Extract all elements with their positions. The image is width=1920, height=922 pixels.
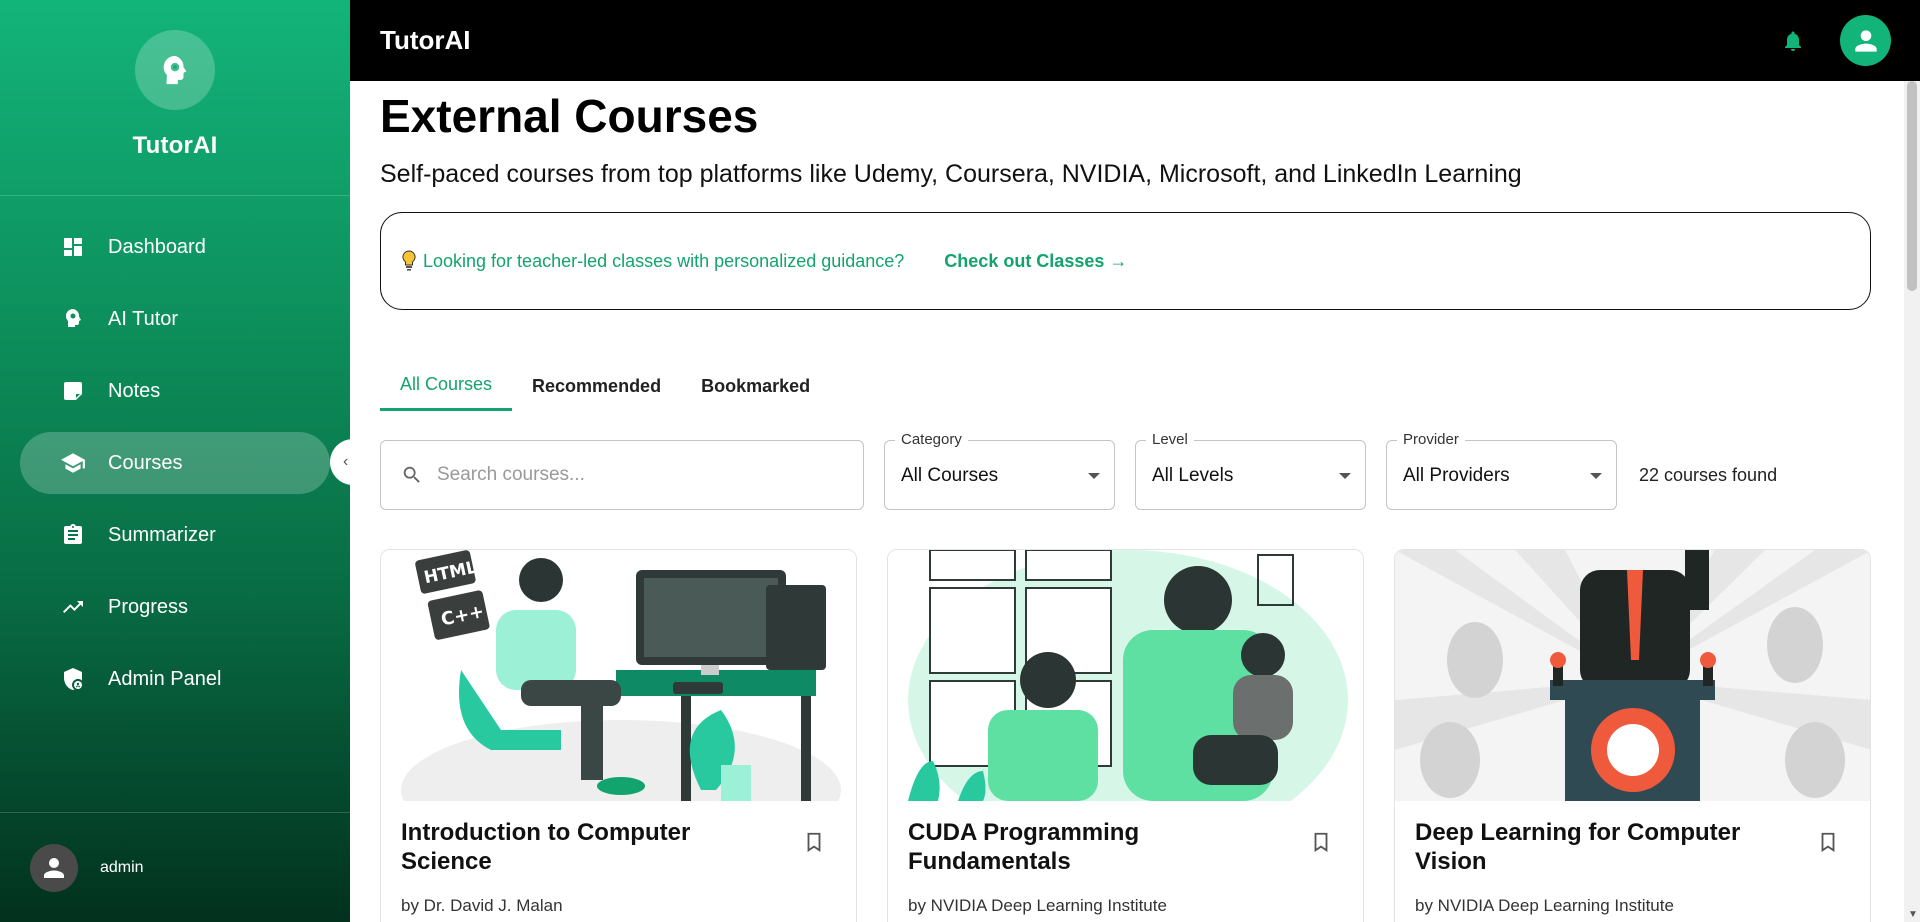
sidebar-item-notes[interactable]: Notes — [20, 360, 330, 422]
sidebar-item-label: Courses — [108, 451, 183, 474]
course-title: Deep Learning for Computer Vision — [1415, 819, 1741, 875]
bookmark-button[interactable] — [803, 829, 825, 860]
clipboard-icon — [60, 522, 86, 548]
sidebar-item-admin-panel[interactable]: Admin Panel — [20, 648, 330, 710]
sidebar-nav: Dashboard AI Tutor Notes Courses Summari… — [0, 216, 350, 710]
trending-up-icon — [60, 594, 86, 620]
admin-shield-icon — [60, 666, 86, 692]
bookmark-button[interactable] — [1817, 829, 1839, 860]
person-icon — [1854, 29, 1877, 52]
scroll-down-arrow-icon[interactable]: ▼ — [1908, 909, 1918, 920]
scrollbar-thumb[interactable] — [1907, 81, 1917, 291]
search-box — [380, 440, 864, 510]
main-content: External Courses Self-paced courses from… — [350, 81, 1904, 922]
sidebar-item-summarizer[interactable]: Summarizer — [20, 504, 330, 566]
sidebar-item-progress[interactable]: Progress — [20, 576, 330, 638]
tab-recommended[interactable]: Recommended — [512, 361, 681, 411]
course-tabs: All Courses Recommended Bookmarked — [380, 361, 830, 411]
page-title: External Courses — [380, 90, 759, 142]
check-out-classes-link[interactable]: Check out Classes → — [944, 251, 1127, 272]
course-illustration: HTML C++ — [381, 550, 856, 801]
level-label: Level — [1146, 431, 1194, 448]
course-author: by NVIDIA Deep Learning Institute — [908, 896, 1167, 915]
bookmark-icon — [1821, 832, 1835, 852]
sidebar-item-label: Dashboard — [108, 235, 206, 258]
brand-name: TutorAI — [132, 132, 218, 159]
provider-label: Provider — [1397, 431, 1465, 448]
provider-value: All Providers — [1403, 465, 1510, 486]
course-author: by NVIDIA Deep Learning Institute — [1415, 896, 1674, 915]
page-scrollbar[interactable]: ▼ — [1904, 81, 1920, 922]
sidebar-item-label: Admin Panel — [108, 667, 222, 690]
search-input[interactable] — [437, 464, 837, 486]
results-count: 22 courses found — [1639, 465, 1778, 485]
sidebar: TutorAI Dashboard AI Tutor Notes Courses… — [0, 0, 350, 922]
username: admin — [100, 858, 144, 876]
sidebar-item-label: Progress — [108, 595, 189, 618]
school-icon — [60, 450, 86, 476]
classes-banner: Looking for teacher-led classes with per… — [380, 212, 1871, 310]
tab-bookmarked[interactable]: Bookmarked — [681, 361, 830, 411]
avatar — [30, 843, 78, 892]
bookmark-icon — [1314, 832, 1328, 852]
category-select[interactable]: Category All Courses — [884, 431, 1115, 510]
level-select[interactable]: Level All Levels — [1135, 431, 1366, 510]
dropdown-arrow-icon — [1088, 473, 1100, 479]
brand: TutorAI — [0, 0, 350, 196]
course-author: by Dr. David J. Malan — [401, 896, 563, 915]
level-value: All Levels — [1152, 465, 1234, 486]
sidebar-item-courses[interactable]: Courses — [20, 432, 330, 494]
brand-logo — [135, 30, 215, 110]
search-icon — [403, 466, 420, 483]
sidebar-item-ai-tutor[interactable]: AI Tutor — [20, 288, 330, 350]
notification-button[interactable] — [1781, 28, 1805, 59]
course-card[interactable]: Deep Learning for Computer Vision by NVI… — [1394, 549, 1871, 922]
lightbulb-icon — [402, 250, 416, 271]
banner-text: Looking for teacher-led classes with per… — [423, 250, 905, 271]
bell-icon — [1785, 31, 1801, 51]
account-button[interactable] — [1840, 15, 1891, 66]
sidebar-item-dashboard[interactable]: Dashboard — [20, 216, 330, 278]
person-icon — [44, 857, 64, 878]
sidebar-item-label: Summarizer — [108, 523, 216, 546]
topbar: TutorAI — [350, 0, 1920, 81]
course-illustration — [888, 550, 1363, 801]
page-subtitle: Self-paced courses from top platforms li… — [380, 160, 1522, 188]
bookmark-button[interactable] — [1310, 829, 1332, 860]
dropdown-arrow-icon — [1339, 473, 1351, 479]
course-card[interactable]: HTML C++ Introduction to Computer Scienc… — [380, 549, 857, 922]
chevron-left-icon: ‹ — [343, 453, 349, 470]
tab-all-courses[interactable]: All Courses — [380, 361, 513, 411]
brain-gear-icon — [163, 55, 187, 85]
topbar-title: TutorAI — [380, 25, 471, 55]
category-label: Category — [895, 431, 968, 448]
note-icon — [60, 378, 86, 404]
provider-select[interactable]: Provider All Providers — [1386, 431, 1617, 510]
dropdown-arrow-icon — [1590, 473, 1602, 479]
sidebar-item-label: AI Tutor — [108, 307, 179, 330]
course-title: Introduction to Computer Science — [401, 819, 691, 875]
course-card[interactable]: CUDA Programming Fundamentals by NVIDIA … — [887, 549, 1364, 922]
category-value: All Courses — [901, 465, 999, 486]
course-illustration — [1395, 550, 1870, 801]
bookmark-icon — [807, 832, 821, 852]
brain-icon — [60, 306, 86, 332]
sidebar-user[interactable]: admin — [0, 812, 350, 922]
sidebar-item-label: Notes — [108, 379, 161, 402]
dashboard-icon — [60, 234, 86, 260]
course-title: CUDA Programming Fundamentals — [908, 819, 1140, 875]
